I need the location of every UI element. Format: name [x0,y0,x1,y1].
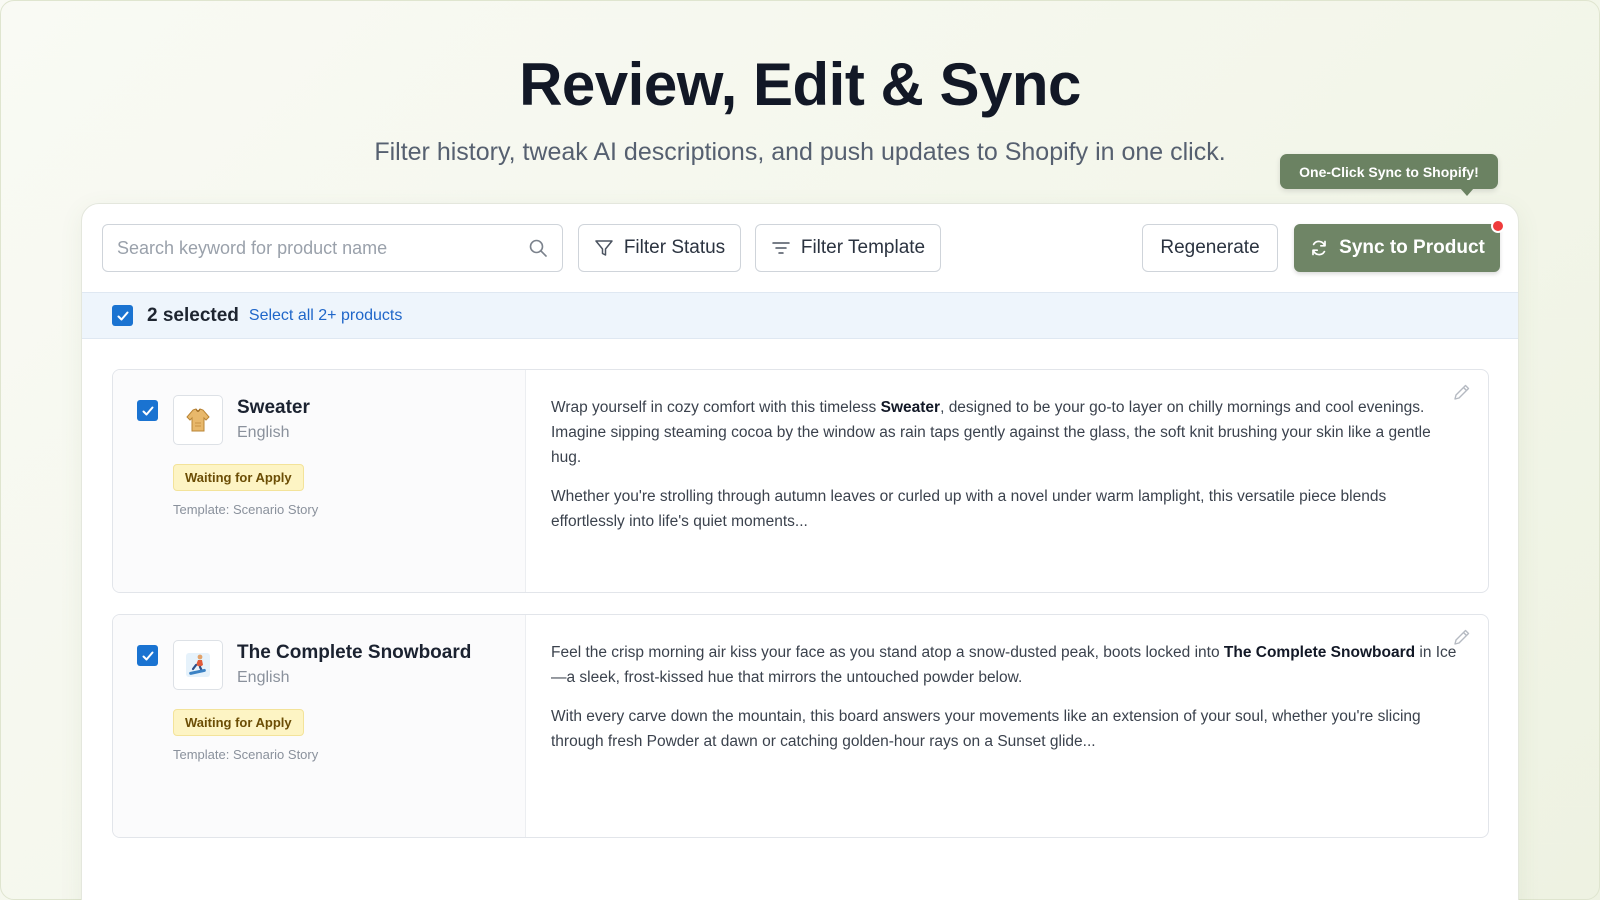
product-language: English [237,669,290,686]
product-thumbnail[interactable] [173,395,223,445]
status-badge: Waiting for Apply [173,709,304,736]
description-paragraph: Wrap yourself in cozy comfort with this … [551,399,1431,466]
sync-tooltip: One-Click Sync to Shopify! [1280,154,1498,196]
search-box[interactable] [102,224,563,272]
toolbar: Filter Status Filter Template Regenerate… [82,204,1518,292]
checkmark-icon [142,651,153,660]
product-language: English [237,424,290,441]
product-checkbox[interactable] [137,400,158,421]
product-card: Sweater English Waiting for Apply Templa… [112,369,1489,593]
checkmark-icon [117,311,128,320]
product-card: The Complete Snowboard English Waiting f… [112,614,1489,838]
product-description[interactable]: Wrap yourself in cozy comfort with this … [551,395,1461,548]
lines-filter-icon [772,242,790,254]
product-name-mention: Sweater [880,399,941,416]
description-paragraph: Whether you're strolling through autumn … [551,488,1387,530]
search-input[interactable] [117,225,517,271]
product-description[interactable]: Feel the crisp morning air kiss your fac… [551,640,1461,768]
sweater-icon [186,408,210,432]
product-name-mention: The Complete Snowboard [1223,644,1416,661]
selected-count: 2 selected [147,304,239,326]
pencil-icon[interactable] [1452,382,1472,402]
product-info: The Complete Snowboard English Waiting f… [113,615,526,837]
notification-dot [1491,219,1505,233]
pencil-icon[interactable] [1452,627,1472,647]
regenerate-label: Regenerate [1160,237,1260,258]
filter-status-label: Filter Status [623,237,726,258]
sync-to-product-label: Sync to Product [1339,237,1485,258]
regenerate-button[interactable]: Regenerate [1142,224,1278,272]
template-label: Template: Scenario Story [173,502,319,517]
review-panel: Filter Status Filter Template Regenerate… [81,203,1519,900]
product-thumbnail[interactable] [173,640,223,690]
select-all-checkbox[interactable] [112,305,133,326]
description-paragraph: With every carve down the mountain, this… [551,708,1421,750]
filter-icon [595,240,613,256]
search-icon[interactable] [528,238,548,258]
selection-bar: 2 selected Select all 2+ products [82,292,1518,339]
checkmark-icon [142,406,153,415]
status-badge: Waiting for Apply [173,464,304,491]
filter-template-button[interactable]: Filter Template [755,224,941,272]
product-info: Sweater English Waiting for Apply Templa… [113,370,526,592]
description-paragraph: Feel the crisp morning air kiss your fac… [551,644,1457,686]
template-label: Template: Scenario Story [173,747,319,762]
sync-to-product-button[interactable]: Sync to Product [1294,224,1500,272]
filter-template-label: Filter Template [800,237,926,258]
product-name: Sweater [237,397,310,418]
select-all-link[interactable]: Select all 2+ products [249,307,402,325]
page-title: Review, Edit & Sync [519,51,1081,118]
product-checkbox[interactable] [137,645,158,666]
snowboarder-icon [186,653,210,677]
product-name: The Complete Snowboard [237,642,472,663]
sync-icon [1312,240,1327,256]
filter-status-button[interactable]: Filter Status [578,224,741,272]
